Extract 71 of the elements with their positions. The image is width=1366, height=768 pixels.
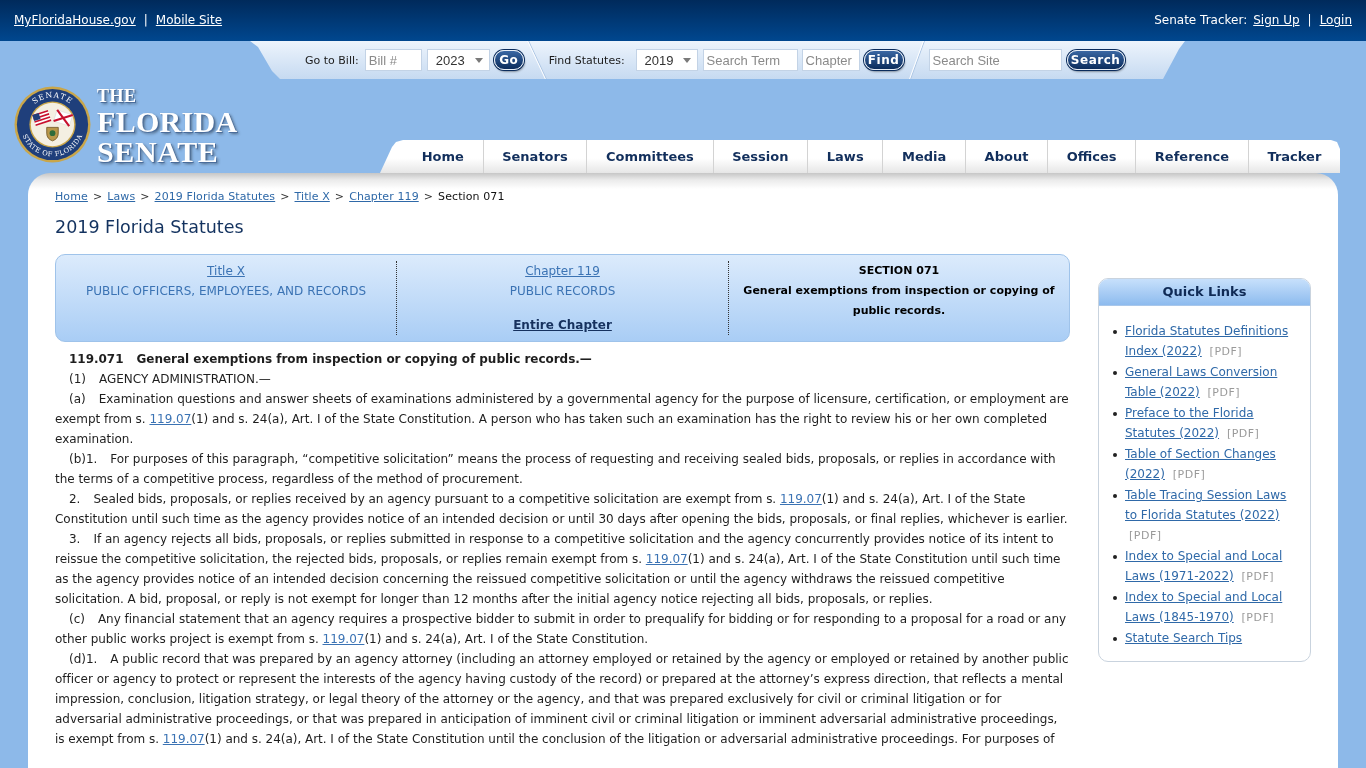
bullet-icon — [1113, 412, 1117, 416]
statute-paragraph: (d)1. A public record that was prepared by an agency attorney (including an attorney employed or retained by the agency or employed or retained by another public officer or agency to protect or represent the interests of the agency having custody of the record) or prepared at the attorney’s express direction, that reflects a mental impression, conclusion, litigation strategy, or legal theory of the attorney or the agency, and that was prepared exclusively for civil or criminal litigation or for adversarial administrative proceedings, or that was prepared in anticipation of imminent civil or criminal litigation or imminent adversarial administrative proceedings, is exempt from s. 119.07(1) and s. 24(a), Art. I of the State Constitution until the conclusion of the litigation or adversarial administrative proceedings. For purposes of — [55, 651, 1070, 748]
section-name: General exemptions from inspection or copying of public records. — [742, 283, 1056, 319]
title-link[interactable]: Title X — [207, 261, 245, 281]
tracker-label: Senate Tracker: — [1154, 13, 1248, 28]
bullet-icon — [1113, 596, 1117, 600]
statute-link[interactable]: 119.07 — [322, 632, 365, 646]
go-to-bill-label: Go to Bill: — [305, 53, 359, 67]
year-dropdown[interactable]: 2023 — [426, 49, 490, 71]
statute-paragraph: (1) AGENCY ADMINISTRATION.— — [68, 371, 272, 388]
top-link[interactable]: MyFloridaHouse.gov — [14, 13, 136, 28]
top-link[interactable]: Sign Up — [1253, 13, 1300, 28]
section-number: SECTION 071 — [858, 263, 940, 279]
bullet-icon — [1113, 637, 1117, 641]
input-field[interactable]: Chapter — [801, 49, 860, 71]
breadcrumb-separator: > — [280, 190, 290, 204]
quick-link[interactable]: Index to Special and Local Laws (1971-2022) [PDF] — [1125, 546, 1301, 587]
breadcrumb-separator: > — [140, 190, 150, 204]
entire-chapter-link[interactable]: Entire Chapter — [513, 315, 612, 335]
search-button[interactable]: Find — [863, 50, 904, 70]
statute-paragraph: (c) Any financial statement that an agency requires a prospective bidder to submit in order to prequalify for bidding or for responding to a proposal for a road or any other public works project is exempt from s. 119.07(1) and s. 24(a), Art. I of the State Constitution. — [55, 611, 1068, 648]
bullet-icon — [1113, 371, 1117, 375]
input-field[interactable]: Bill # — [364, 49, 422, 71]
breadcrumb-link[interactable]: 2019 Florida Statutes — [154, 190, 276, 204]
breadcrumb-separator: > — [334, 190, 345, 204]
link-separator: | — [143, 13, 148, 28]
statute-link[interactable]: 119.07 — [149, 412, 192, 426]
bullet-icon — [1113, 453, 1117, 457]
statute-paragraph: 2. Sealed bids, proposals, or replies received by an agency pursuant to a competitive solicitation are exempt from s. 119.07(1) and s. 24(a), Art. I of the State Constitution until such time as the agency provides notice of an intended decision or until 30 days after opening the bids, proposals, or final replies, whichever is earlier. — [55, 491, 1069, 528]
top-link[interactable]: Mobile Site — [155, 13, 223, 28]
breadcrumb-current: Section 071 — [438, 190, 505, 204]
quick-link[interactable]: Index to Special and Local Laws (1845-1970) [PDF] — [1125, 587, 1301, 628]
bullet-icon — [1113, 330, 1117, 334]
breadcrumb-link[interactable]: Title X — [294, 190, 330, 204]
find-statutes-label: Find Statutes: — [548, 53, 625, 67]
quick-link[interactable]: Statute Search Tips — [1125, 628, 1301, 648]
search-button[interactable]: Search — [1066, 50, 1125, 70]
breadcrumb-link[interactable]: Laws — [107, 190, 136, 204]
quick-link[interactable]: Florida Statutes Definitions Index (2022) [PDF] — [1125, 321, 1301, 362]
site-wordmark: THE FLORIDA SENATE — [97, 86, 238, 165]
input-field[interactable]: Search Site — [928, 49, 1062, 71]
top-link[interactable]: Login — [1319, 13, 1352, 28]
caret-icon — [474, 57, 483, 63]
title-name: PUBLIC OFFICERS, EMPLOYEES, AND RECORDS — [85, 283, 367, 300]
quick-link[interactable]: Table Tracing Session Laws to Florida Statutes (2022) [PDF] — [1125, 485, 1301, 546]
statute-link[interactable]: 119.07 — [645, 552, 688, 566]
section-heading: 119.071 General exemptions from inspection or copying of public records.— — [68, 351, 593, 368]
nav-link[interactable]: Home — [403, 140, 483, 173]
search-button[interactable]: Go — [493, 50, 524, 70]
quick-links-title: Quick Links — [1099, 279, 1310, 306]
quick-link[interactable]: Table of Section Changes (2022) [PDF] — [1125, 444, 1301, 485]
link-separator: | — [1307, 13, 1312, 28]
breadcrumb-separator: > — [92, 190, 103, 204]
chapter-name: PUBLIC RECORDS — [509, 283, 616, 300]
chapter-link[interactable]: Chapter 119 — [525, 261, 600, 281]
statute-paragraph: (a) Examination questions and answer sheets of examinations administered by a governmental agency for the purpose of licensure, certification, or employment are exempt from s. 119.07(1) and s. 24(a), Art. I of the State Constitution. A person who has taken such an examination has the right to review his or her own completed examination. — [55, 391, 1070, 448]
statute-paragraph: 3. If an agency rejects all bids, proposals, or replies submitted in response to a competitive solicitation and the agency concurrently provides notice of its intent to reissue the competitive solicitation, the rejected bids, proposals, or replies remain exempt from s. 119.07(1) and s. 24(a), Art. I of the State Constitution until such time as the agency provides notice of an intended decision concerning the reissued competitive solicitation or until the agency withdraws the reissued competitive solicitation. A bid, proposal, or reply is not exempt for longer than 12 months after the initial agency notice rejecting all bids, proposals, or replies. — [55, 531, 1062, 608]
page-title: 2019 Florida Statutes — [55, 216, 245, 238]
breadcrumb-link[interactable]: Chapter 119 — [349, 190, 419, 204]
breadcrumb-link[interactable]: Home — [55, 190, 88, 204]
input-field[interactable]: Search Term — [702, 49, 798, 71]
statute-link[interactable]: 119.07 — [162, 732, 205, 746]
caret-icon — [682, 57, 691, 63]
bullet-icon — [1113, 555, 1117, 559]
breadcrumb-separator: > — [423, 190, 434, 204]
bullet-icon — [1113, 494, 1117, 498]
quick-link[interactable]: General Laws Conversion Table (2022) [PDF] — [1125, 362, 1301, 403]
statute-link[interactable]: 119.07 — [779, 492, 822, 506]
quick-link[interactable]: Preface to the Florida Statutes (2022) [PDF] — [1125, 403, 1301, 444]
year-dropdown[interactable]: 2019 — [635, 49, 698, 71]
statute-paragraph: (b)1. For purposes of this paragraph, “competitive solicitation” means the process of requesting and receiving sealed bids, proposals, or replies in accordance with the terms of a competitive process, regardless of the method of procurement. — [55, 451, 1057, 488]
